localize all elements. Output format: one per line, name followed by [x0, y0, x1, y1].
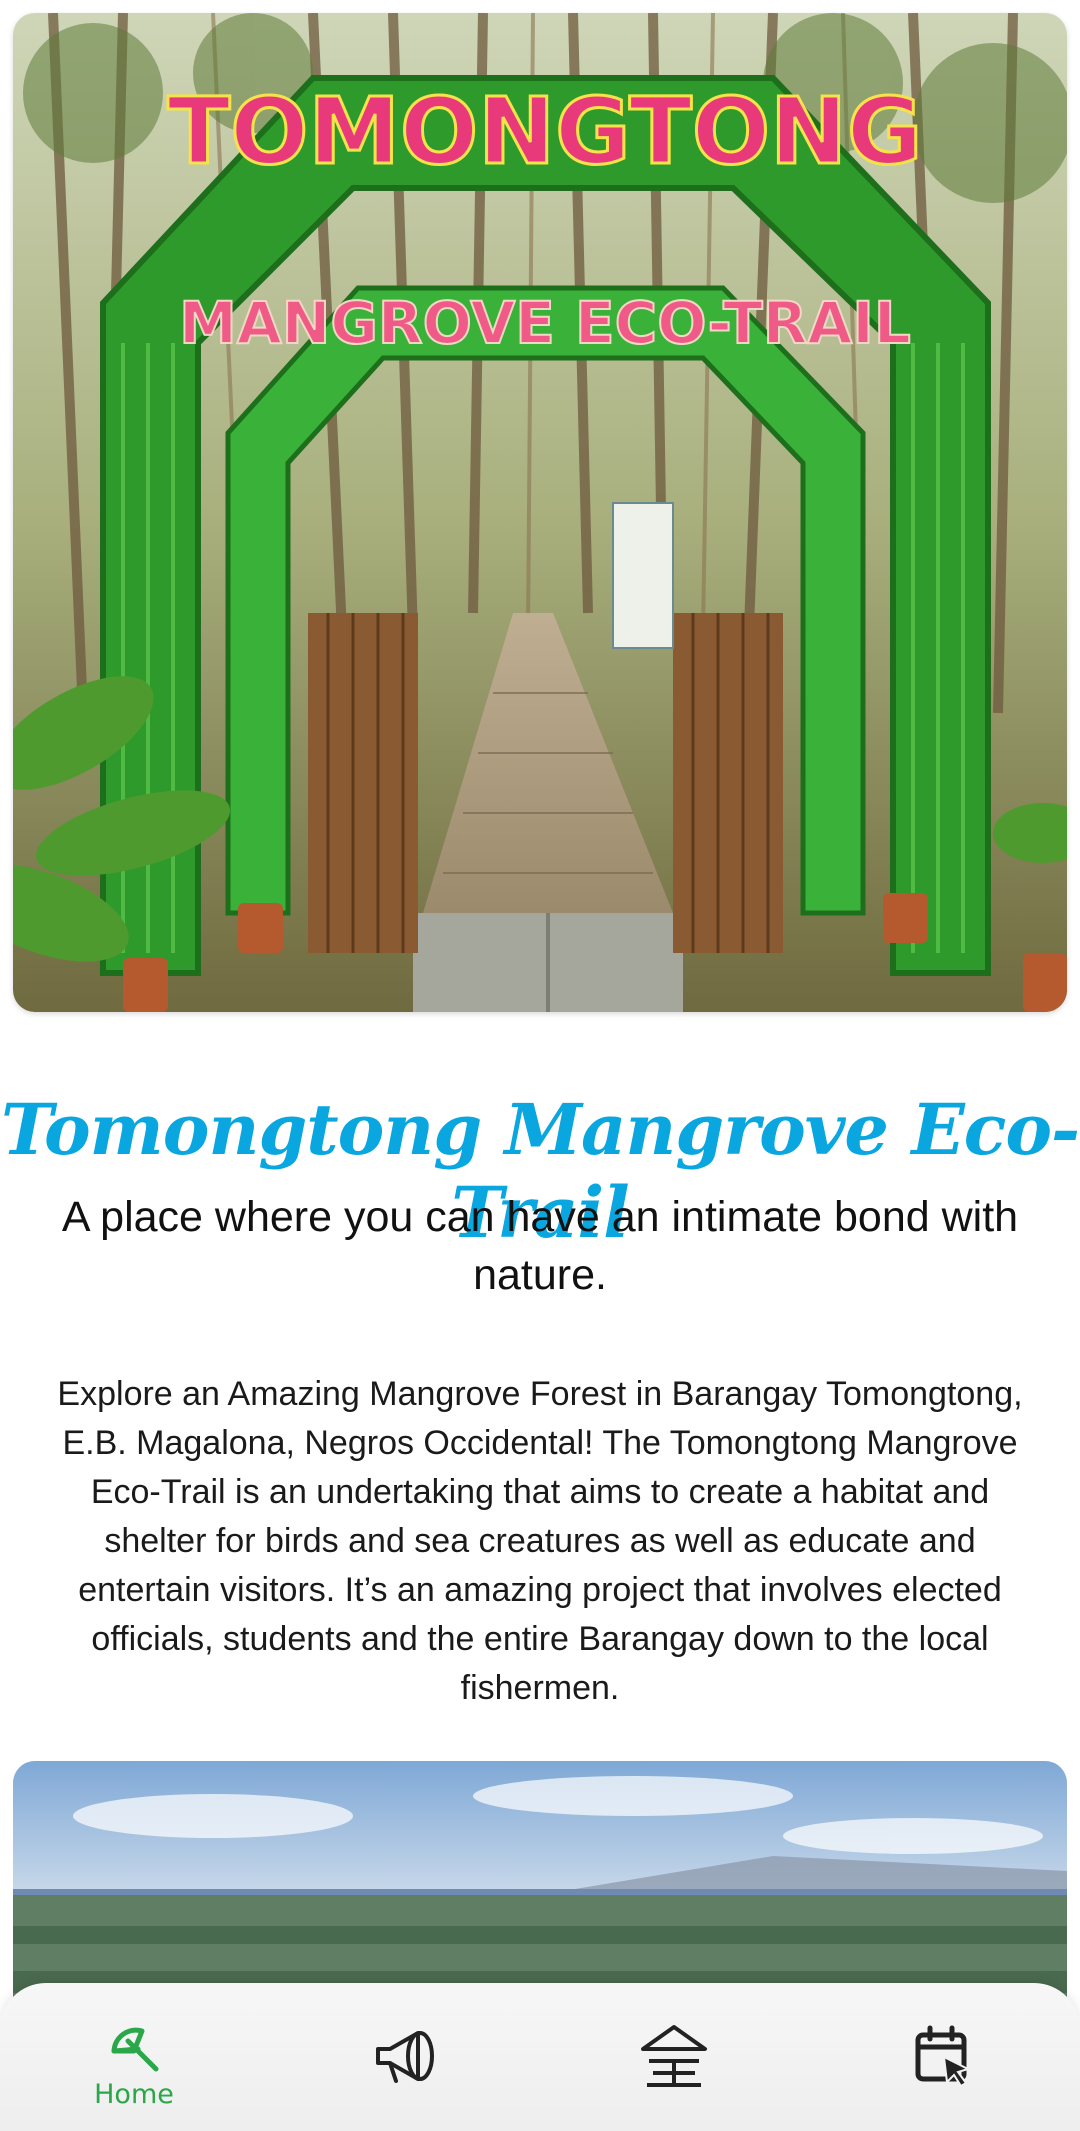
hut-icon	[641, 2025, 707, 2087]
nav-announcements[interactable]	[335, 1983, 475, 2131]
nav-home-label: Home	[94, 2079, 174, 2110]
nav-home[interactable]: Home	[64, 1983, 204, 2131]
bottom-nav: Home	[0, 1983, 1080, 2131]
hero-sign-top: TOMONGTONG	[167, 78, 922, 185]
megaphone-icon	[376, 2031, 434, 2083]
hero-photo: TOMONGTONG MANGROVE ECO-TRAIL	[13, 13, 1067, 1012]
nav-events[interactable]	[874, 1983, 1014, 2131]
page-description: Explore an Amazing Mangrove Forest in Ba…	[57, 1375, 1023, 1707]
umbrella-icon	[111, 2027, 159, 2072]
calendar-cursor-icon	[915, 2025, 971, 2087]
page-subtitle: A place where you can have an intimate b…	[61, 1193, 1019, 1299]
hero-sign-bottom: MANGROVE ECO-TRAIL	[179, 289, 911, 357]
nav-places[interactable]	[604, 1983, 744, 2131]
